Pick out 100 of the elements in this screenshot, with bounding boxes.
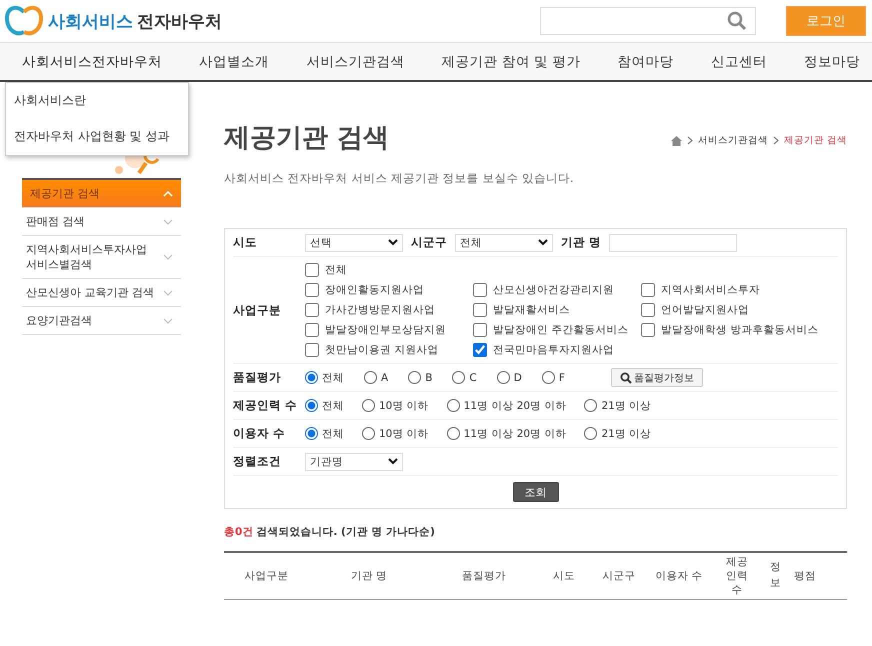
breadcrumb-link[interactable]: 서비스기관검색 [698, 134, 768, 147]
nav-item[interactable]: 정보마당 [804, 52, 860, 70]
option-label: C [469, 372, 477, 384]
checkbox[interactable] [305, 263, 319, 277]
chevron-down-icon [388, 239, 398, 246]
sidebar-item[interactable]: 지역사회서비스투자사업 서비스별검색 [22, 236, 181, 279]
radio-button[interactable] [305, 427, 318, 440]
option-label: 11명 이상 20명 이하 [464, 426, 566, 440]
option-label: 지역사회서비스투자 [661, 283, 760, 297]
option-label: 10명 이하 [379, 426, 429, 440]
chevron-down-icon [163, 218, 173, 224]
nav-item[interactable]: 사업별소개 [199, 52, 270, 70]
chevron-down-icon [163, 254, 173, 260]
nav-item[interactable]: 사회서비스전자바우처 [22, 52, 162, 70]
radio-button[interactable] [362, 399, 375, 412]
nav-item[interactable]: 신고센터 [710, 52, 767, 70]
magnifier-drawing [115, 156, 159, 176]
radio-button[interactable] [542, 371, 555, 384]
nav-item[interactable]: 참여마당 [618, 52, 674, 70]
radio-button[interactable] [408, 371, 422, 384]
menu-item[interactable]: 사회서비스란 [6, 83, 188, 119]
option-label: A [381, 372, 388, 384]
field-label: 기관 명 [561, 235, 602, 250]
checkbox[interactable] [305, 283, 319, 297]
column-header: 시도 [552, 569, 576, 583]
option-label: 전체 [325, 263, 347, 277]
sidebar-item[interactable]: 판매점 검색 [22, 208, 181, 236]
option-label: 가사간병방문지원사업 [325, 303, 435, 317]
logo-text: 사회서비스 [48, 10, 133, 32]
logo-icon [4, 4, 44, 38]
option-label: 전국민마음투자지원사업 [493, 343, 614, 357]
option-label: 10명 이하 [379, 398, 429, 412]
result-message: 검색되었습니다. (기관 명 가나다순) [256, 525, 435, 539]
radio-button[interactable] [446, 399, 460, 412]
chevron-right-icon [772, 136, 779, 145]
option-label: 발달장애인부모상담지원 [325, 323, 446, 337]
radio-button[interactable] [362, 427, 375, 440]
radio-button[interactable] [584, 427, 598, 440]
checkbox[interactable] [473, 303, 487, 317]
sidebar-item[interactable]: 제공기관 검색 [22, 178, 181, 208]
option-label: 언어발달지원사업 [661, 303, 749, 317]
page-description: 사회서비스 전자바우처 서비스 제공기관 정보를 보실수 있습니다. [224, 171, 575, 186]
column-header: 이용자 수 [654, 569, 704, 583]
field-label: 이용자 수 [233, 426, 286, 441]
field-label: 제공인력 수 [233, 398, 298, 413]
option-label: 21명 이상 [601, 426, 652, 440]
option-label: 전체 [322, 398, 344, 412]
checkbox[interactable] [305, 303, 319, 317]
nav-item[interactable]: 제공기관 참여 및 평가 [442, 52, 580, 70]
option-label: 장애인활동지원사업 [325, 283, 424, 297]
field-label: 시군구 [411, 235, 447, 250]
search-button[interactable]: 조회 [512, 482, 558, 502]
checkbox[interactable] [305, 323, 319, 337]
nav-item[interactable]: 서비스기관검색 [306, 52, 404, 70]
radio-button[interactable] [364, 371, 377, 384]
radio-button[interactable] [496, 371, 510, 384]
logo-text: 전자바우처 [137, 10, 222, 32]
chevron-down-icon [163, 318, 173, 324]
checkbox[interactable] [641, 323, 655, 337]
menu-item[interactable]: 전자바우처 사업현황 및 성과 [6, 119, 188, 155]
field-label: 사업구분 [233, 302, 282, 318]
chevron-down-icon [388, 458, 398, 465]
column-header: 기관 명 [350, 569, 388, 583]
select-field[interactable]: 선택 [305, 234, 403, 252]
checkbox[interactable] [473, 323, 487, 337]
radio-button[interactable] [305, 371, 318, 384]
sidebar-item[interactable]: 산모신생아 교육기관 검색 [22, 279, 181, 307]
column-header: 제공 인력 수 [725, 555, 749, 597]
column-header: 정보 [770, 560, 780, 591]
checkbox[interactable] [305, 343, 319, 357]
info-button[interactable]: 품질평가정보 [610, 368, 703, 387]
sidebar-item[interactable]: 요양기관검색 [22, 307, 181, 335]
field-label: 시도 [233, 235, 258, 250]
option-label: B [425, 372, 432, 384]
select-field[interactable]: 기관명 [305, 452, 403, 470]
page-title: 제공기관 검색 [224, 122, 390, 155]
chevron-down-icon [163, 290, 173, 296]
radio-button[interactable] [446, 427, 460, 440]
checkbox[interactable] [641, 303, 655, 317]
option-label: F [558, 372, 565, 384]
home-icon [670, 136, 682, 146]
breadcrumb-link[interactable]: 제공기관 검색 [784, 134, 847, 147]
option-label: 11명 이상 20명 이하 [464, 398, 566, 412]
chevron-right-icon [686, 136, 693, 145]
search-field[interactable] [540, 7, 756, 35]
select-field[interactable]: 전체 [455, 234, 553, 252]
checkbox[interactable] [473, 283, 487, 297]
radio-button[interactable] [452, 371, 466, 384]
radio-button[interactable] [584, 399, 598, 412]
field-label: 정렬조건 [233, 454, 282, 469]
option-label: 발달장애학생 방과후활동서비스 [661, 323, 818, 337]
checkbox[interactable] [473, 343, 487, 357]
column-header: 시군구 [602, 569, 636, 583]
search-icon [727, 11, 747, 31]
option-label: 21명 이상 [601, 398, 652, 412]
radio-button[interactable] [305, 399, 318, 412]
checkbox[interactable] [641, 283, 655, 297]
input-field[interactable] [609, 234, 738, 252]
column-header: 평점 [793, 569, 817, 583]
result-count: 총0건 [224, 525, 254, 539]
